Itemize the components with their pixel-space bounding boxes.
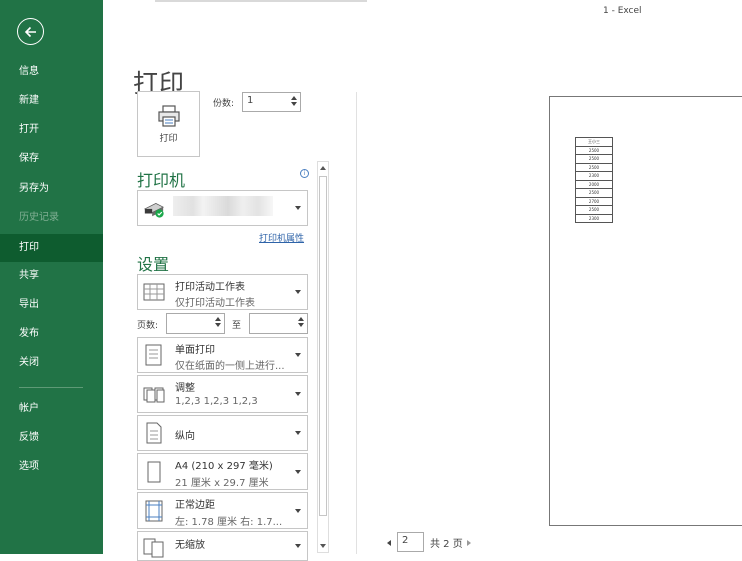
sides-dropdown[interactable]: 单面打印 仅在纸面的一侧上进行...	[137, 337, 308, 373]
preview-cell: 2700	[575, 196, 613, 206]
sheet-grid-icon	[143, 283, 165, 301]
chevron-down-icon	[295, 431, 301, 435]
chevron-down-icon	[295, 206, 301, 210]
margins-icon	[145, 500, 163, 522]
collate-desc: 1,2,3 1,2,3 1,2,3	[175, 396, 258, 407]
print-what-dropdown[interactable]: 打印活动工作表 仅打印活动工作表	[137, 274, 308, 310]
next-page-icon[interactable]	[467, 540, 471, 546]
collate-icon	[143, 387, 165, 403]
title-bar: 1 - Excel	[103, 0, 742, 24]
chevron-down-icon	[295, 353, 301, 357]
copies-value: 1	[247, 95, 254, 106]
nav-history: 历史记录	[19, 212, 59, 223]
pages-label: 页数:	[137, 321, 159, 331]
preview-table: 王小三 2500 2500 2500 2300 2000 2500 2700 2…	[575, 137, 613, 223]
paper-size-desc: 21 厘米 x 29.7 厘米	[175, 478, 269, 489]
nav-open[interactable]: 打开	[0, 116, 103, 144]
pages-to-spinner[interactable]	[297, 315, 305, 331]
portrait-icon	[146, 422, 162, 444]
printer-properties-link[interactable]: 打印机属性	[259, 231, 304, 244]
printer-icon	[157, 104, 180, 127]
preview-cell: 2500	[575, 145, 613, 155]
page-number-value: 2	[402, 535, 409, 546]
page-number-input[interactable]: 2	[397, 532, 424, 552]
nav-print[interactable]: 打印	[0, 234, 103, 262]
sides-desc: 仅在纸面的一侧上进行...	[175, 361, 285, 372]
paper-size-title: A4 (210 x 297 毫米)	[175, 461, 273, 472]
copies-label: 份数:	[213, 99, 235, 109]
preview-cell: 2500	[575, 162, 613, 172]
scroll-down-icon[interactable]	[320, 544, 326, 548]
preview-cell: 2500	[575, 205, 613, 215]
nav-account[interactable]: 帐户	[0, 395, 103, 423]
preview-cell: 2300	[575, 171, 613, 181]
printer-heading: 打印机	[137, 171, 186, 190]
preview-cell: 2500	[575, 188, 613, 198]
scroll-thumb[interactable]	[319, 176, 327, 516]
print-button-label: 打印	[159, 133, 178, 144]
chevron-down-icon	[295, 392, 301, 396]
single-sided-icon	[145, 344, 162, 366]
collate-title: 调整	[175, 383, 195, 394]
printer-dropdown[interactable]	[137, 190, 308, 226]
chevron-down-icon	[295, 469, 301, 474]
no-scaling-icon	[143, 538, 164, 558]
collate-dropdown[interactable]: 调整 1,2,3 1,2,3 1,2,3	[137, 375, 308, 413]
scroll-up-icon[interactable]	[320, 166, 326, 170]
paper-size-dropdown[interactable]: A4 (210 x 297 毫米) 21 厘米 x 29.7 厘米	[137, 453, 308, 490]
nav-save-as[interactable]: 另存为	[0, 175, 103, 203]
print-what-title: 打印活动工作表	[175, 282, 245, 293]
preview-cell: 2300	[575, 213, 613, 223]
nav-info[interactable]: 信息	[0, 58, 103, 86]
top-shadow	[155, 0, 367, 2]
print-preview-page: 王小三 2500 2500 2500 2300 2000 2500 2700 2…	[549, 96, 742, 526]
nav-divider	[19, 387, 83, 388]
back-button[interactable]	[17, 18, 44, 45]
pages-to-input[interactable]	[249, 313, 308, 334]
copies-input[interactable]: 1	[242, 92, 301, 112]
back-arrow-icon	[24, 26, 36, 37]
scaling-title: 无缩放	[175, 540, 205, 551]
nav-close[interactable]: 关闭	[0, 349, 103, 377]
printer-device-icon	[144, 203, 164, 218]
copies-spinner[interactable]	[290, 94, 298, 110]
margins-desc: 左: 1.78 厘米 右: 1.7...	[175, 517, 283, 528]
chevron-down-icon	[295, 290, 301, 294]
pages-from-spinner[interactable]	[214, 315, 222, 331]
settings-scrollbar[interactable]	[317, 161, 329, 553]
paper-icon	[147, 461, 161, 483]
margins-dropdown[interactable]: 正常边距 左: 1.78 厘米 右: 1.7...	[137, 492, 308, 529]
info-icon[interactable]: i	[300, 169, 309, 178]
nav-export[interactable]: 导出	[0, 291, 103, 319]
previous-page-icon[interactable]	[387, 540, 391, 546]
window-title: 1 - Excel	[603, 6, 642, 16]
backstage-nav: 信息 新建 打开 保存 另存为 历史记录 打印 共享 导出 发布 关闭 帐户 反…	[0, 0, 103, 554]
preview-cell: 2000	[575, 179, 613, 189]
printer-name-blurred	[173, 196, 273, 216]
sides-title: 单面打印	[175, 345, 215, 356]
settings-heading: 设置	[137, 255, 170, 274]
nav-save[interactable]: 保存	[0, 145, 103, 173]
print-button[interactable]: 打印	[137, 91, 200, 157]
nav-share[interactable]: 共享	[0, 262, 103, 290]
pages-to-label: 至	[232, 321, 242, 331]
nav-new[interactable]: 新建	[0, 87, 103, 115]
nav-options[interactable]: 选项	[0, 453, 103, 481]
panel-divider	[356, 92, 357, 554]
orientation-title: 纵向	[175, 431, 195, 442]
preview-cell: 2500	[575, 154, 613, 164]
scaling-dropdown[interactable]: 无缩放	[137, 531, 308, 561]
page-total-label: 共 2 页	[430, 539, 463, 550]
print-what-desc: 仅打印活动工作表	[175, 298, 255, 309]
chevron-down-icon	[295, 544, 301, 548]
nav-feedback[interactable]: 反馈	[0, 424, 103, 452]
margins-title: 正常边距	[175, 500, 215, 511]
nav-publish[interactable]: 发布	[0, 320, 103, 348]
orientation-dropdown[interactable]: 纵向	[137, 415, 308, 451]
chevron-down-icon	[295, 508, 301, 513]
pages-from-input[interactable]	[166, 313, 225, 334]
preview-cell: 王小三	[575, 137, 613, 147]
